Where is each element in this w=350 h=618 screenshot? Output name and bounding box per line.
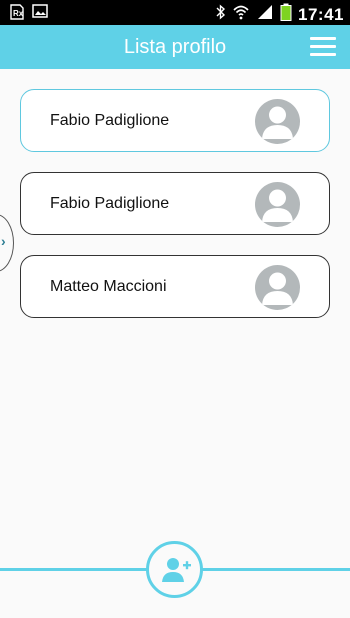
hamburger-menu-icon[interactable] [310,37,336,57]
page-title: Lista profilo [123,36,227,58]
profile-item[interactable]: Matteo Maccioni [20,255,330,318]
app-header: Lista profilo [0,25,350,69]
chevron-right-icon[interactable]: › [1,233,6,249]
wifi-icon [232,4,250,25]
status-bar: Rx 17:41 [0,0,350,25]
add-user-icon [162,558,191,582]
profile-item[interactable]: Fabio Padiglione [20,172,330,235]
svg-text:Rx: Rx [13,9,24,18]
user-avatar-icon [255,99,300,144]
image-notification-icon [32,4,48,25]
battery-icon [280,3,292,26]
user-avatar-icon [255,265,300,310]
bluetooth-icon [216,4,226,25]
screen: Rx 17:41 Lista profilo › Fabio Padiglion… [0,0,350,618]
rx-notification-icon: Rx [10,4,24,25]
signal-icon [256,4,274,25]
profile-name: Matteo Maccioni [50,278,167,295]
profile-name: Fabio Padiglione [50,195,170,212]
profile-name: Fabio Padiglione [50,112,170,129]
status-time: 17:41 [298,4,344,24]
profile-item[interactable]: Fabio Padiglione [20,89,330,152]
add-profile-button[interactable] [146,541,203,598]
user-avatar-icon [255,182,300,227]
